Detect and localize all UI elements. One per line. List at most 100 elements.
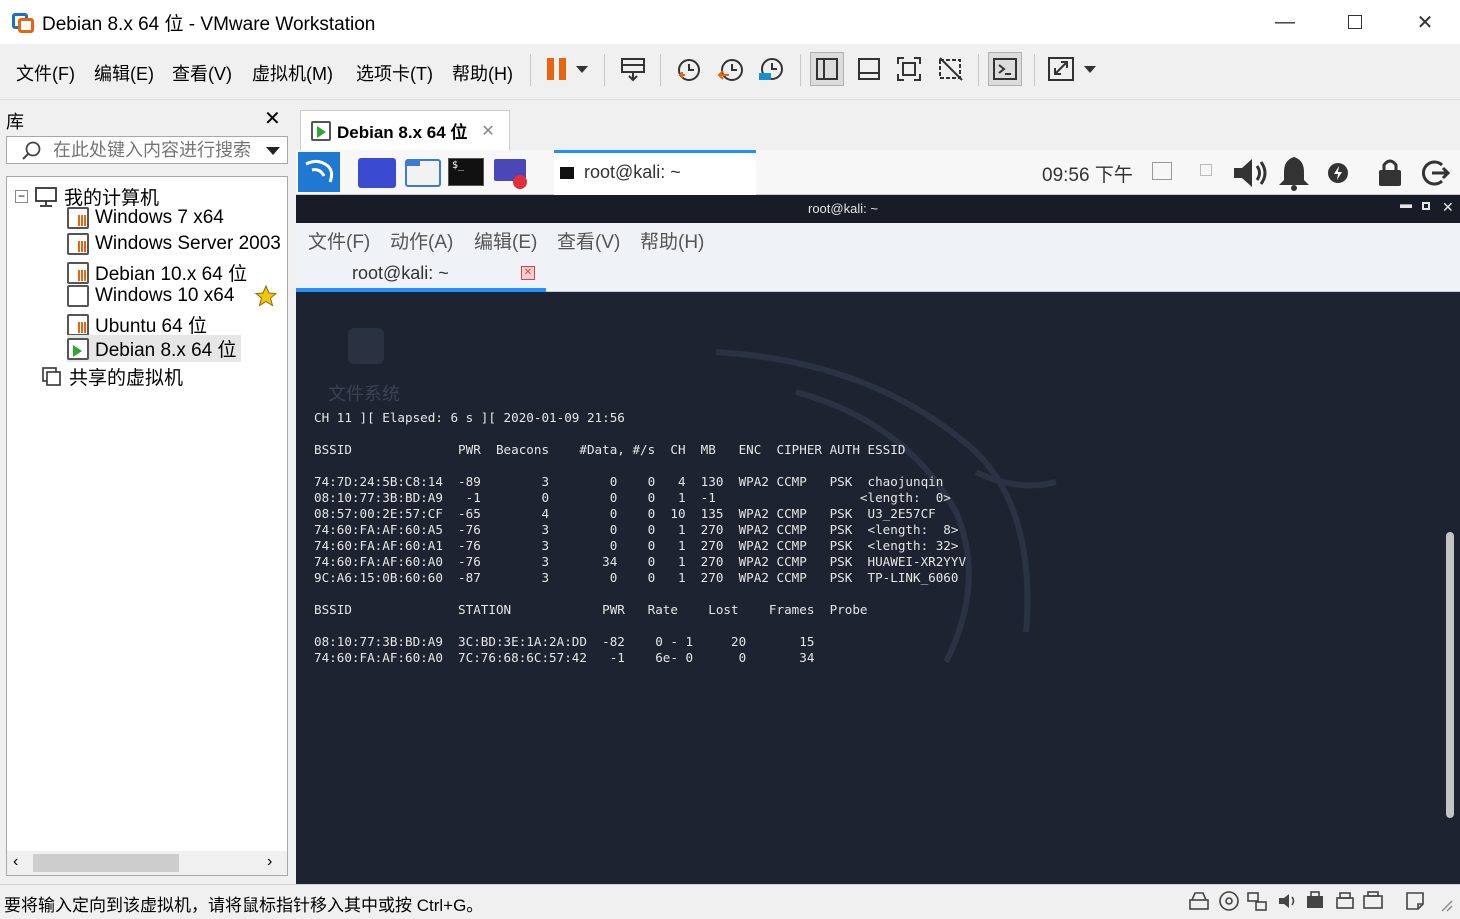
- menu-view[interactable]: 查看(V): [172, 60, 232, 86]
- menu-edit[interactable]: 编辑(E): [94, 60, 154, 86]
- menu-vm[interactable]: 虚拟机(M): [252, 60, 333, 86]
- chevron-down-icon[interactable]: [265, 145, 281, 157]
- kali-menu-icon[interactable]: [298, 152, 340, 192]
- vm-item-label: Debian 10.x 64 位: [95, 264, 248, 285]
- view-thumbnail-icon[interactable]: [852, 52, 886, 86]
- collapse-icon[interactable]: −: [15, 190, 28, 203]
- vm-item-label: Windows 7 x64: [95, 207, 224, 228]
- close-icon[interactable]: ✕: [264, 106, 281, 131]
- snapshot-take-icon[interactable]: [672, 52, 706, 86]
- close-button[interactable]: ✕: [1390, 0, 1460, 44]
- usb-device-icon[interactable]: [1304, 890, 1326, 912]
- sound-card-icon[interactable]: [1276, 890, 1298, 912]
- horizontal-scrollbar[interactable]: ‹ ›: [7, 851, 287, 875]
- stretch-icon[interactable]: [1044, 52, 1078, 86]
- snapshot-manager-icon[interactable]: [754, 52, 788, 86]
- tree-root-my-computer[interactable]: − 我的计算机: [15, 183, 159, 210]
- vm-running-icon: [311, 120, 331, 141]
- terminal-launcher-icon[interactable]: $_: [448, 158, 484, 186]
- workspace-icon[interactable]: [358, 158, 396, 188]
- menu-help[interactable]: 帮助(H): [452, 60, 513, 86]
- maximize-icon[interactable]: [1422, 202, 1430, 210]
- lock-icon[interactable]: [1376, 156, 1404, 188]
- tree-shared-vms[interactable]: 共享的虚拟机: [41, 363, 183, 390]
- maximize-button[interactable]: [1320, 0, 1390, 44]
- terminal-line: 74:60:FA:AF:60:A5 -76 3 0 0 1 270 WPA2 C…: [314, 522, 959, 537]
- menu-tabs[interactable]: 选项卡(T): [356, 60, 433, 86]
- terminal-window-title: root@kali: ~: [808, 201, 878, 216]
- notification-bell-icon[interactable]: [1276, 154, 1312, 192]
- library-search[interactable]: [6, 136, 288, 164]
- scroll-right-icon[interactable]: ›: [267, 853, 272, 871]
- vm-item-windows-server-2003[interactable]: Windows Server 2003: [67, 233, 281, 255]
- screen-recorder-icon[interactable]: [492, 156, 532, 190]
- vm-item-debian-8[interactable]: Debian 8.x 64 位: [67, 335, 241, 362]
- keyboard-icon[interactable]: [1152, 162, 1172, 180]
- taskbar-terminal-task[interactable]: root@kali: ~: [554, 150, 756, 195]
- toolbar-separator: [978, 54, 979, 86]
- computer-icon: [35, 186, 57, 207]
- vm-item-windows-10[interactable]: Windows 10 x64: [67, 285, 234, 307]
- terminal-line: 74:7D:24:5B:C8:14 -89 3 0 0 4 130 WPA2 C…: [314, 474, 944, 489]
- file-manager-icon[interactable]: [404, 156, 442, 188]
- search-input[interactable]: [53, 138, 253, 162]
- close-tab-icon[interactable]: ✕: [521, 266, 535, 280]
- tray-indicator-icon[interactable]: [1200, 164, 1212, 176]
- vm-suspended-icon: [67, 233, 89, 255]
- hard-disk-icon[interactable]: [1188, 890, 1210, 912]
- vm-item-ubuntu[interactable]: Ubuntu 64 位: [67, 311, 207, 338]
- snapshot-revert-icon[interactable]: [714, 52, 748, 86]
- terminal-line: BSSID PWR Beacons #Data, #/s CH MB ENC C…: [314, 442, 906, 457]
- cd-dvd-icon[interactable]: [1218, 890, 1240, 912]
- clock[interactable]: 09:56 下午: [1042, 160, 1133, 187]
- minimize-icon[interactable]: ▬: [1400, 197, 1412, 211]
- tree-root-label: 我的计算机: [64, 188, 160, 209]
- vm-item-debian-10[interactable]: Debian 10.x 64 位: [67, 259, 247, 286]
- power-manager-icon[interactable]: [1326, 161, 1350, 185]
- send-ctrl-alt-del-icon[interactable]: [616, 52, 650, 86]
- pause-icon[interactable]: [540, 52, 574, 86]
- terminal-line: 08:57:00:2E:57:CF -65 4 0 0 10 135 WPA2 …: [314, 506, 936, 521]
- close-icon[interactable]: ✕: [1442, 199, 1454, 216]
- terminal-menu-actions[interactable]: 动作(A): [390, 227, 453, 254]
- menu-file[interactable]: 文件(F): [16, 60, 75, 86]
- vmware-app-icon: [12, 11, 34, 33]
- terminal-menu-edit[interactable]: 编辑(E): [474, 227, 537, 254]
- fullscreen-icon[interactable]: [892, 52, 926, 86]
- terminal-menu-help[interactable]: 帮助(H): [640, 227, 704, 254]
- network-adapter-icon[interactable]: [1246, 890, 1268, 912]
- unity-icon[interactable]: [934, 52, 968, 86]
- terminal-line: 9C:A6:15:0B:60:60 -87 3 0 0 1 270 WPA2 C…: [314, 570, 959, 585]
- vm-running-icon: [67, 337, 89, 360]
- terminal-menu-file[interactable]: 文件(F): [308, 227, 370, 254]
- terminal-scrollbar[interactable]: [1444, 292, 1460, 885]
- message-log-icon[interactable]: [1404, 890, 1426, 912]
- terminal-tab[interactable]: root@kali: ~ ✕: [296, 257, 546, 292]
- guest-top-panel: $_ root@kali: ~ 09:56 下午: [296, 150, 1460, 195]
- terminal-menubar: 文件(F) 动作(A) 编辑(E) 查看(V) 帮助(H): [296, 223, 1460, 257]
- close-icon[interactable]: ✕: [481, 121, 494, 141]
- terminal-line: 08:10:77:3B:BD:A9 3C:BD:3E:1A:2A:DD -82 …: [314, 634, 815, 649]
- chevron-down-icon[interactable]: [570, 52, 594, 86]
- display-icon[interactable]: [1362, 890, 1384, 912]
- tab-debian-8[interactable]: Debian 8.x 64 位 ✕: [300, 110, 510, 150]
- chevron-down-icon[interactable]: [1078, 52, 1102, 86]
- terminal-body[interactable]: 文件系统 CH 11 ][ Elapsed: 6 s ][ 2020-01-09…: [296, 292, 1444, 885]
- view-library-icon[interactable]: [810, 52, 844, 86]
- terminal-line: 74:60:FA:AF:60:A0 7C:76:68:6C:57:42 -1 6…: [314, 650, 815, 665]
- scrollbar-thumb[interactable]: [33, 854, 179, 872]
- terminal-window: root@kali: ~ ▬ ✕ 文件(F) 动作(A) 编辑(E) 查看(V)…: [296, 195, 1460, 885]
- terminal-menu-view[interactable]: 查看(V): [557, 227, 620, 254]
- console-view-icon[interactable]: [988, 52, 1022, 86]
- minimize-button[interactable]: —: [1250, 0, 1320, 44]
- favorite-star-icon[interactable]: [255, 285, 277, 307]
- vm-item-windows-7[interactable]: Windows 7 x64: [67, 207, 224, 229]
- tree-shared-label: 共享的虚拟机: [69, 368, 184, 389]
- printer-icon[interactable]: [1334, 890, 1356, 912]
- toolbar-separator: [530, 54, 531, 86]
- logout-icon[interactable]: [1420, 158, 1450, 188]
- scroll-left-icon[interactable]: ‹: [13, 853, 18, 871]
- terminal-scrollbar-thumb[interactable]: [1446, 532, 1454, 818]
- volume-icon[interactable]: [1230, 154, 1270, 192]
- library-tree: − 我的计算机 Windows 7 x64 Windows Server 200…: [6, 176, 288, 876]
